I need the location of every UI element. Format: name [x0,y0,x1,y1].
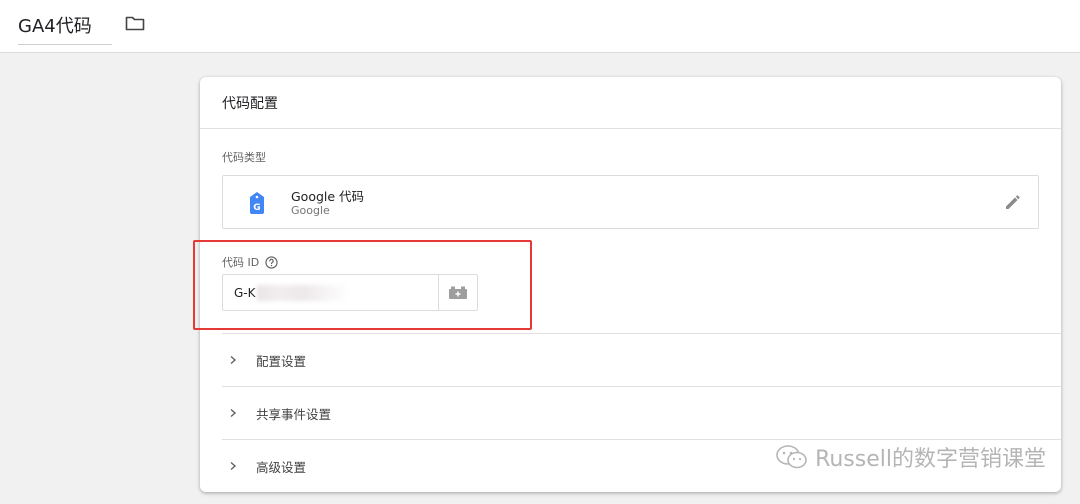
section-label: 配置设置 [256,353,307,369]
tag-id-input-wrapper [222,274,478,311]
redacted-mask [257,285,349,301]
svg-text:G: G [253,203,260,213]
tag-configuration-card: 代码配置 代码类型 G Google 代码 Google 代码 ID G-K 配… [200,77,1061,492]
tag-type-selector[interactable]: G Google 代码 Google [222,175,1039,229]
folder-icon[interactable] [125,14,145,32]
tag-id-label-row: 代码 ID [222,254,278,270]
section-config-settings[interactable]: 配置设置 [222,333,1061,386]
card-title: 代码配置 [200,77,1061,129]
pencil-icon[interactable] [1004,193,1022,211]
chevron-right-icon [230,461,237,471]
watermark-text: Russell的数字营销课堂 [815,447,1046,472]
watermark: Russell的数字营销课堂 [775,441,1046,473]
variable-brick-icon [449,286,467,299]
tag-type-name: Google 代码 [291,189,365,204]
tag-id-label: 代码 ID [222,256,260,269]
google-tag-icon: G [250,192,264,214]
variable-picker-button[interactable] [438,275,477,310]
section-label: 共享事件设置 [256,406,332,422]
chevron-right-icon [230,355,237,365]
tag-type-vendor: Google [291,204,330,217]
wechat-icon [776,445,807,469]
top-bar: GA4代码 [0,0,1080,53]
chevron-right-icon [230,408,237,418]
section-label: 高级设置 [256,459,307,475]
tag-type-label: 代码类型 [222,151,266,164]
section-shared-event-settings[interactable]: 共享事件设置 [222,386,1061,439]
help-icon[interactable] [265,255,278,269]
tag-name-field[interactable]: GA4代码 [18,12,112,45]
